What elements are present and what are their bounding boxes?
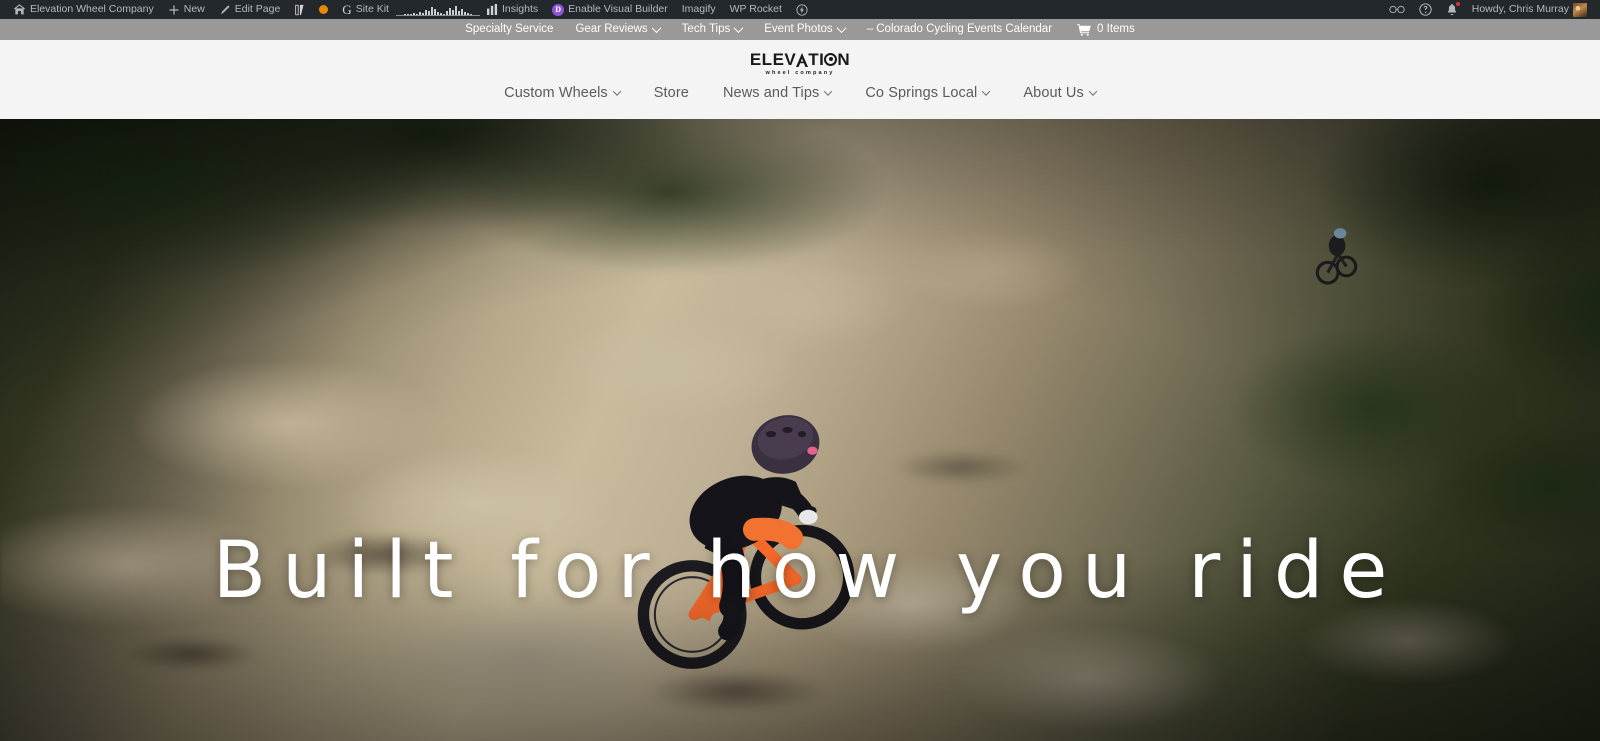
secondary-nav-bar: Specialty Service Gear Reviews Tech Tips… bbox=[0, 19, 1600, 40]
main-navigation: Custom Wheels Store News and Tips Co Spr… bbox=[487, 85, 1113, 101]
nav-item-label: Co Springs Local bbox=[865, 85, 978, 101]
secondary-nav-item-specialty-service[interactable]: Specialty Service bbox=[454, 19, 564, 40]
google-g-icon: G bbox=[342, 2, 352, 17]
logo-part1: ELEV bbox=[749, 49, 797, 69]
admin-bar-glasses[interactable] bbox=[1382, 0, 1412, 19]
admin-bar-status-dot[interactable] bbox=[312, 0, 335, 19]
chevron-down-icon bbox=[824, 87, 833, 96]
bell-icon bbox=[1446, 2, 1460, 16]
admin-bar-edit-page-label: Edit Page bbox=[234, 3, 281, 15]
pencil-icon bbox=[219, 4, 231, 16]
admin-bar-insights-label: Insights bbox=[501, 3, 539, 15]
rocket-bolt-icon bbox=[796, 3, 808, 16]
admin-bar-yoast-seo[interactable] bbox=[287, 0, 312, 19]
admin-bar-site-name[interactable]: Elevation Wheel Company bbox=[6, 0, 161, 19]
admin-bar-account-menu[interactable]: Howdy, Chris Murray bbox=[1465, 0, 1594, 19]
logo-part2: TI bbox=[808, 49, 825, 69]
admin-bar-new-label: New bbox=[183, 3, 205, 15]
admin-bar-edit-page-button[interactable]: Edit Page bbox=[212, 0, 288, 19]
admin-bar-insights[interactable]: Insights bbox=[480, 0, 545, 19]
admin-bar-imagify[interactable]: Imagify bbox=[675, 0, 723, 19]
chevron-down-icon bbox=[733, 23, 744, 34]
chevron-down-icon bbox=[612, 87, 622, 96]
site-logo[interactable]: ELEV TI N wheel company bbox=[750, 48, 850, 78]
admin-bar-left-group: Elevation Wheel Company New Edit Page G … bbox=[0, 0, 815, 19]
hero-background-video bbox=[0, 119, 1600, 741]
site-header: ELEV TI N wheel company Custom Wheels St… bbox=[0, 40, 1600, 119]
admin-bar-notifications-button[interactable] bbox=[1439, 0, 1465, 19]
admin-bar-wp-rocket[interactable]: WP Rocket bbox=[723, 0, 789, 19]
nav-item-about-us[interactable]: About Us bbox=[1006, 85, 1112, 101]
logo-tagline: wheel company bbox=[765, 69, 835, 76]
nav-item-label: News and Tips bbox=[722, 85, 820, 101]
hero-overlay bbox=[0, 119, 1600, 741]
shopping-cart-icon bbox=[1077, 23, 1091, 36]
secondary-nav-label: Specialty Service bbox=[465, 23, 554, 35]
secondary-nav-item-events-calendar[interactable]: – Colorado Cycling Events Calendar bbox=[856, 19, 1063, 40]
admin-bar-imagify-label: Imagify bbox=[681, 3, 716, 15]
mountain-peak-a-icon bbox=[796, 52, 809, 67]
hero-headline: Built for how you ride bbox=[212, 526, 1404, 616]
nav-item-news-and-tips[interactable]: News and Tips bbox=[706, 85, 848, 101]
secondary-nav-label: – Colorado Cycling Events Calendar bbox=[866, 23, 1053, 35]
secondary-nav-item-event-photos[interactable]: Event Photos bbox=[753, 19, 855, 40]
plus-icon bbox=[168, 4, 180, 16]
admin-bar-wp-rocket-label: WP Rocket bbox=[729, 3, 782, 15]
admin-bar-right-group: Howdy, Chris Murray bbox=[1382, 0, 1600, 19]
bar-chart-icon bbox=[486, 4, 498, 15]
admin-bar-site-name-label: Elevation Wheel Company bbox=[30, 3, 154, 15]
avatar bbox=[1573, 2, 1587, 17]
chevron-down-icon bbox=[982, 87, 991, 96]
admin-bar-howdy-label: Howdy, Chris Murray bbox=[1471, 3, 1569, 15]
nav-item-store[interactable]: Store bbox=[637, 85, 706, 101]
admin-bar-site-kit-label: Site Kit bbox=[355, 3, 389, 15]
orange-dot-icon bbox=[319, 5, 329, 14]
chevron-down-icon bbox=[651, 23, 662, 34]
admin-bar-enable-visual-builder[interactable]: D Enable Visual Builder bbox=[545, 0, 675, 19]
hero-section: Built for how you ride bbox=[0, 119, 1600, 741]
secondary-nav-label: Tech Tips bbox=[681, 23, 731, 35]
cart-button[interactable]: 0 Items bbox=[1063, 19, 1146, 40]
nav-item-label: Custom Wheels bbox=[504, 85, 608, 101]
secondary-nav-label: Gear Reviews bbox=[575, 23, 648, 35]
secondary-nav-item-gear-reviews[interactable]: Gear Reviews bbox=[564, 19, 670, 40]
sparkline-chart-icon bbox=[395, 4, 480, 16]
admin-bar-new-button[interactable]: New bbox=[161, 0, 212, 19]
logo-part3: N bbox=[837, 49, 851, 69]
nav-item-label: About Us bbox=[1023, 85, 1084, 101]
cart-items-count: 0 Items bbox=[1097, 23, 1135, 35]
yoast-seo-icon bbox=[294, 4, 305, 16]
chevron-down-icon bbox=[1088, 87, 1098, 96]
help-icon bbox=[1419, 3, 1432, 16]
nav-item-co-springs-local[interactable]: Co Springs Local bbox=[848, 85, 1006, 101]
nav-item-custom-wheels[interactable]: Custom Wheels bbox=[487, 85, 637, 101]
glasses-icon bbox=[1389, 5, 1405, 14]
chevron-down-icon bbox=[836, 23, 847, 34]
secondary-nav-label: Event Photos bbox=[764, 23, 833, 35]
divi-d-icon: D bbox=[552, 3, 565, 16]
admin-bar-help-button[interactable] bbox=[1412, 0, 1439, 19]
notification-badge bbox=[1455, 2, 1460, 6]
secondary-nav-item-tech-tips[interactable]: Tech Tips bbox=[671, 19, 754, 40]
wordpress-home-icon bbox=[13, 3, 26, 16]
logo-wordmark: ELEV TI N bbox=[750, 51, 850, 68]
admin-bar-rocket-bolt[interactable] bbox=[789, 0, 815, 19]
nav-item-label: Store bbox=[653, 85, 689, 101]
wheel-o-icon bbox=[824, 52, 838, 66]
admin-bar-visual-builder-label: Enable Visual Builder bbox=[568, 3, 668, 15]
wp-admin-bar: Elevation Wheel Company New Edit Page G … bbox=[0, 0, 1600, 19]
admin-bar-site-kit[interactable]: G Site Kit bbox=[335, 0, 396, 19]
